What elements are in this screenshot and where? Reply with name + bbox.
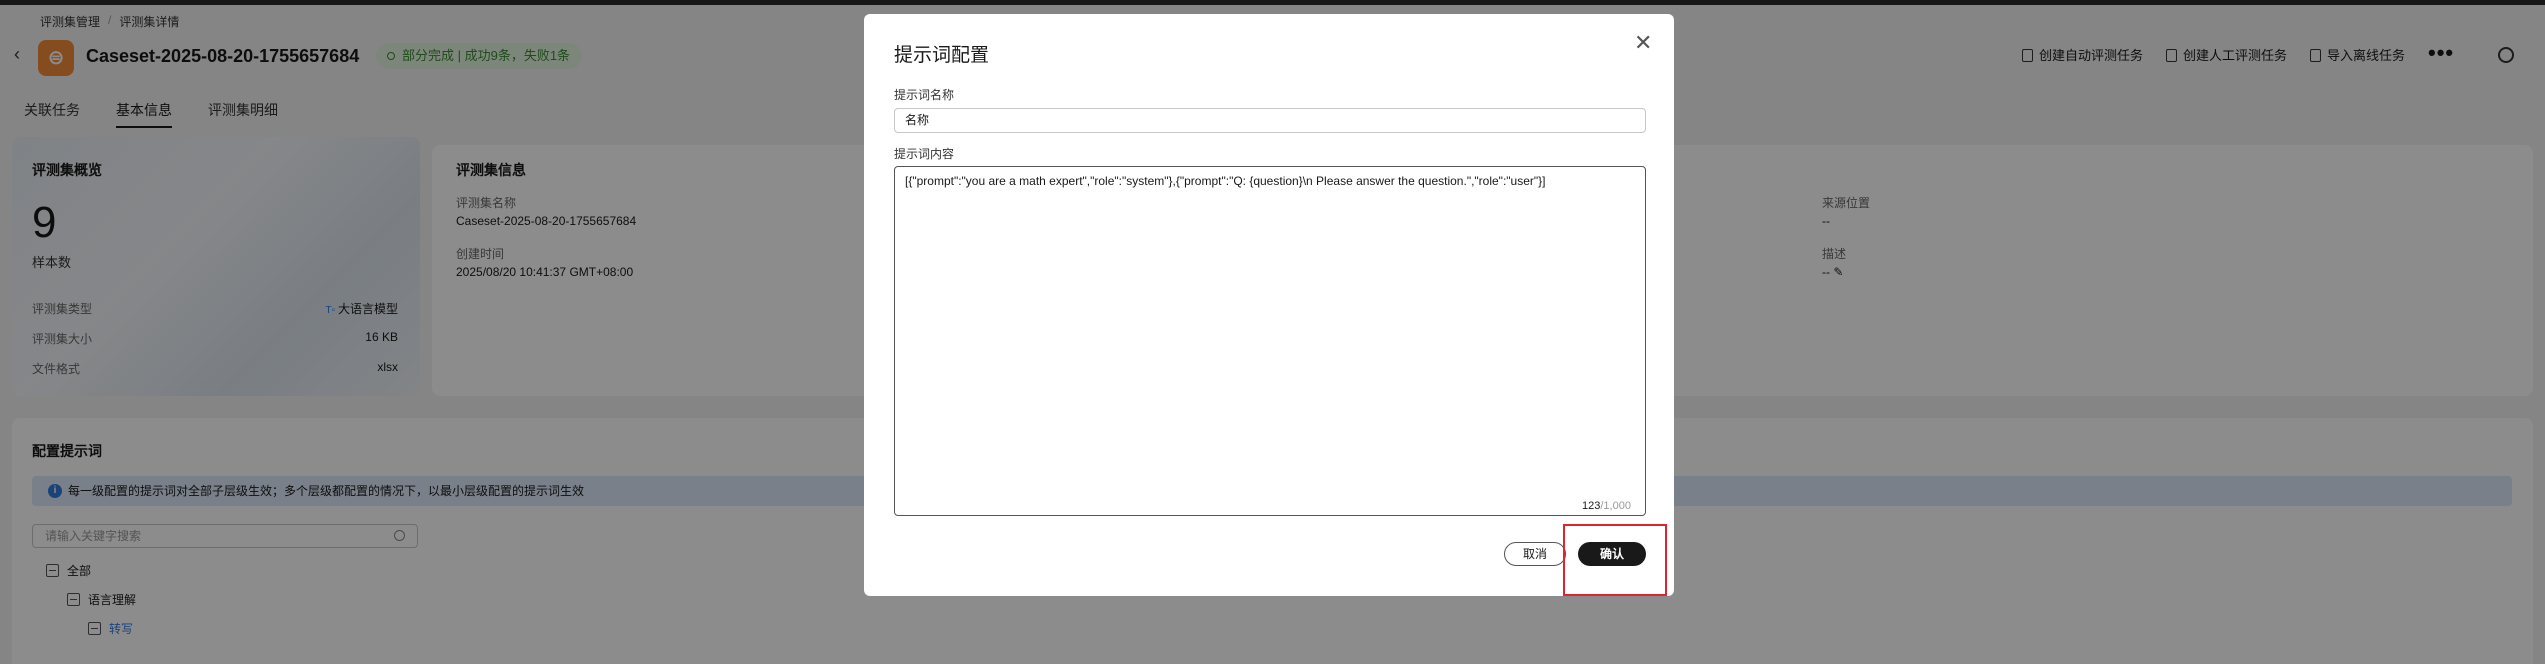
highlight-box — [1563, 524, 1667, 596]
prompt-name-input[interactable]: 名称 — [894, 108, 1646, 133]
close-icon[interactable]: ✕ — [1634, 30, 1652, 56]
cancel-button[interactable]: 取消 — [1504, 542, 1566, 566]
modal-title: 提示词配置 — [894, 45, 990, 66]
prompt-content-label: 提示词内容 — [894, 147, 955, 161]
prompt-content-textarea[interactable]: [{"prompt":"you are a math expert","role… — [894, 166, 1646, 516]
prompt-name-label: 提示词名称 — [894, 88, 955, 102]
char-counter: 123/1,000 — [1582, 500, 1631, 512]
prompt-config-modal: 提示词配置 ✕ 提示词名称 名称 提示词内容 [{"prompt":"you a… — [864, 14, 1674, 596]
